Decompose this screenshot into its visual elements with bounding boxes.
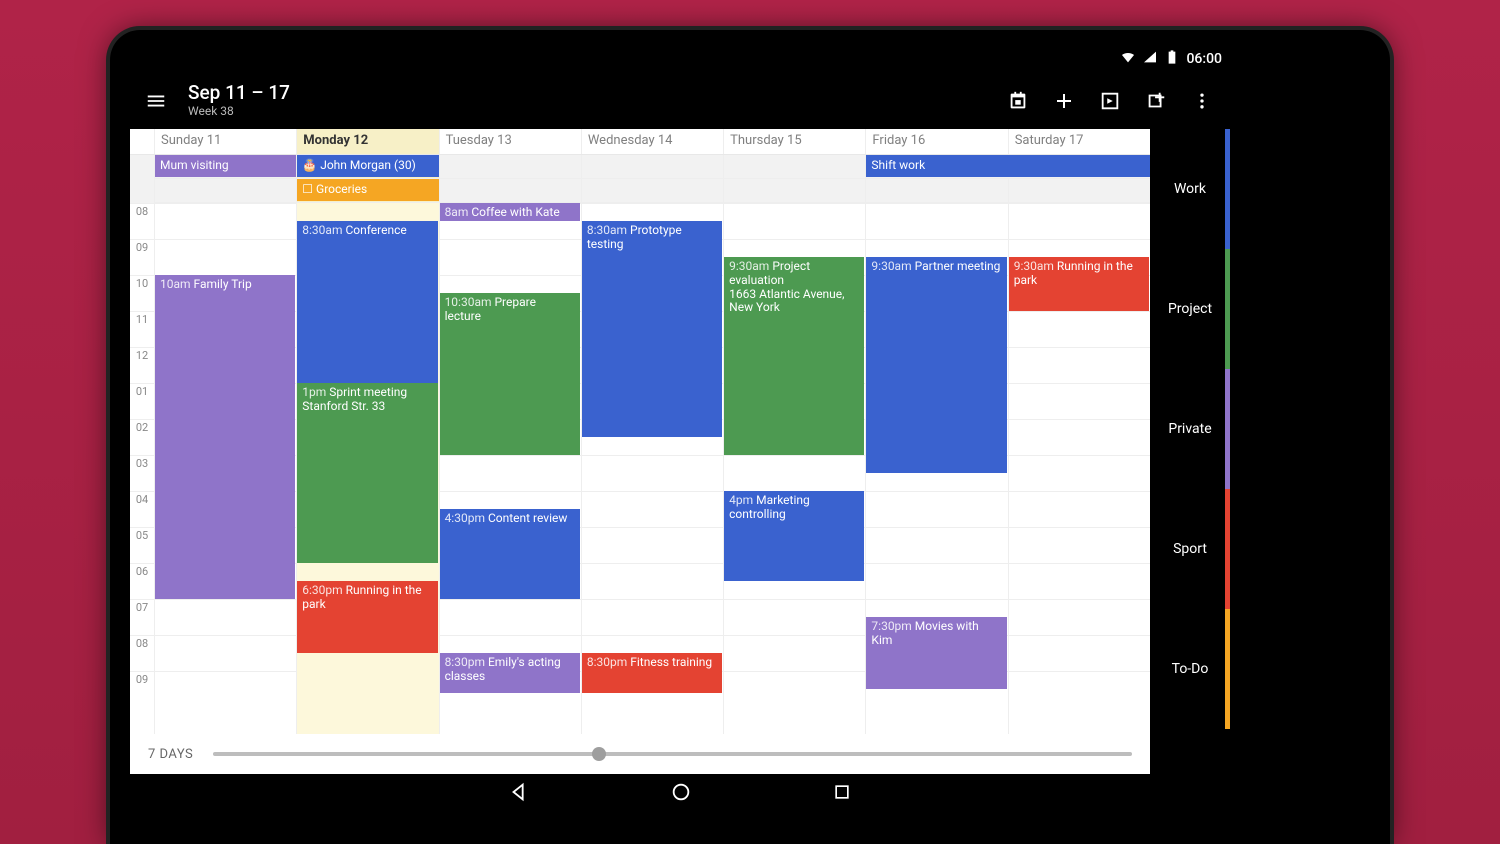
allday-cell[interactable] [439,155,581,179]
overflow-menu-icon[interactable] [1188,87,1216,115]
calendar-event[interactable]: 9:30am Running in the park [1009,257,1149,311]
calendar-event[interactable]: 1pm Sprint meetingStanford Str. 33 [297,383,437,563]
calendar-event[interactable]: 8:30am Prototype testing [582,221,722,437]
time-gutter: 0809101112010203040506070809 [130,203,154,734]
hour-label: 01 [130,383,154,419]
calendar-panel: Sunday 11 Monday 12 Tuesday 13 Wednesday… [130,129,1150,774]
cell-signal-icon [1142,49,1158,69]
legend-item[interactable]: Work [1150,129,1230,249]
day-header-mon[interactable]: Monday 12 [296,129,438,154]
battery-icon [1164,49,1180,69]
nav-back-icon[interactable] [508,781,530,807]
calendar-event[interactable]: 8:30pm Fitness training [582,653,722,693]
day-column[interactable]: 8:30am Conference1pm Sprint meetingStanf… [296,203,438,734]
calendar-event[interactable]: 9:30am Project evaluation1663 Atlantic A… [724,257,864,455]
day-column[interactable]: 9:30am Project evaluation1663 Atlantic A… [723,203,865,734]
calendar-event[interactable]: 4:30pm Content review [440,509,580,599]
android-navbar [130,774,1230,814]
allday-cell[interactable]: ☐ Groceries [296,179,438,203]
status-bar: 06:00 [130,45,1230,73]
calendar-event[interactable]: 8:30am Conference [297,221,437,383]
legend-item[interactable]: Private [1150,369,1230,489]
allday-cell[interactable] [439,179,581,203]
slider-thumb[interactable] [592,747,606,761]
new-event-icon[interactable] [1142,87,1170,115]
allday-event[interactable]: 🎂 John Morgan (30) [297,155,438,177]
hour-label: 08 [130,203,154,239]
day-headers: Sunday 11 Monday 12 Tuesday 13 Wednesday… [130,129,1150,155]
today-icon[interactable] [1004,87,1032,115]
allday-cell[interactable]: 🎂 John Morgan (30) [296,155,438,179]
hour-label: 11 [130,311,154,347]
allday-cell[interactable] [581,155,723,179]
allday-event[interactable]: Shift work [866,155,1150,177]
day-header-sun[interactable]: Sunday 11 [154,129,296,154]
calendar-event[interactable]: 10am Family Trip [155,275,295,599]
hour-label: 08 [130,635,154,671]
calendar-event[interactable]: 7:30pm Movies with Kim [866,617,1006,689]
app-bar: Sep 11 – 17 Week 38 [130,73,1230,129]
legend-item[interactable]: Sport [1150,489,1230,609]
calendar-legend: WorkProjectPrivateSportTo-Do [1150,129,1230,774]
allday-cell[interactable] [865,179,1007,203]
day-column[interactable]: 8:30am Prototype testing 8:30pm Fitness t… [581,203,723,734]
day-header-sat[interactable]: Saturday 17 [1008,129,1150,154]
goto-date-icon[interactable] [1096,87,1124,115]
status-time: 06:00 [1186,51,1222,67]
hour-label: 04 [130,491,154,527]
calendar-event[interactable]: 6:30pm Running in the park [297,581,437,653]
day-header-thu[interactable]: Thursday 15 [723,129,865,154]
appbar-titles[interactable]: Sep 11 – 17 Week 38 [188,83,986,118]
day-column[interactable]: 9:30am Running in the park [1008,203,1150,734]
allday-event[interactable]: Mum visiting [155,155,296,177]
week-subtitle: Week 38 [188,104,986,118]
hour-label: 09 [130,671,154,707]
hour-label: 10 [130,275,154,311]
hour-label: 07 [130,599,154,635]
allday-row-1: Mum visiting🎂 John Morgan (30) Shift work [130,155,1150,179]
allday-cell[interactable]: Mum visiting [154,155,296,179]
nav-recents-icon[interactable] [832,782,852,806]
calendar-event[interactable]: 8am Coffee with Kate [440,203,580,221]
hour-label: 12 [130,347,154,383]
allday-cell[interactable] [154,179,296,203]
view-range-slider[interactable] [213,752,1132,756]
day-header-tue[interactable]: Tuesday 13 [439,129,581,154]
allday-cell[interactable] [1008,179,1150,203]
hour-label: 02 [130,419,154,455]
day-column[interactable]: 10am Family Trip [154,203,296,734]
calendar-event[interactable]: 4pm Marketing controlling [724,491,864,581]
allday-event[interactable]: ☐ Groceries [297,179,438,201]
calendar-event[interactable]: 10:30am Prepare lecture [440,293,580,455]
add-icon[interactable] [1050,87,1078,115]
day-header-wed[interactable]: Wednesday 14 [581,129,723,154]
allday-row-2: ☐ Groceries [130,179,1150,203]
wifi-icon [1120,49,1136,69]
allday-cell[interactable]: Shift work [865,155,1150,179]
hour-label: 09 [130,239,154,275]
allday-cell[interactable] [723,179,865,203]
view-range-footer: 7 DAYS [130,734,1150,774]
allday-cell[interactable] [581,179,723,203]
device-screen: 06:00 Sep 11 – 17 Week 38 Sunday [130,45,1230,814]
hour-label: 03 [130,455,154,491]
calendar-event[interactable]: 9:30am Partner meeting [866,257,1006,473]
day-column[interactable]: 8am Coffee with Kate 10:30am Prepare lect… [439,203,581,734]
hour-label: 05 [130,527,154,563]
hamburger-menu-icon[interactable] [142,87,170,115]
day-column[interactable]: 9:30am Partner meeting 7:30pm Movies with… [865,203,1007,734]
legend-item[interactable]: To-Do [1150,609,1230,729]
allday-cell[interactable] [723,155,865,179]
date-range-title: Sep 11 – 17 [188,83,986,104]
calendar-event[interactable]: 8:30pm Emily's acting classes [440,653,580,693]
day-header-fri[interactable]: Friday 16 [865,129,1007,154]
hour-label: 06 [130,563,154,599]
view-range-label: 7 DAYS [148,747,193,762]
legend-item[interactable]: Project [1150,249,1230,369]
week-grid[interactable]: 0809101112010203040506070809 10am Family… [130,203,1150,734]
nav-home-icon[interactable] [670,781,692,807]
